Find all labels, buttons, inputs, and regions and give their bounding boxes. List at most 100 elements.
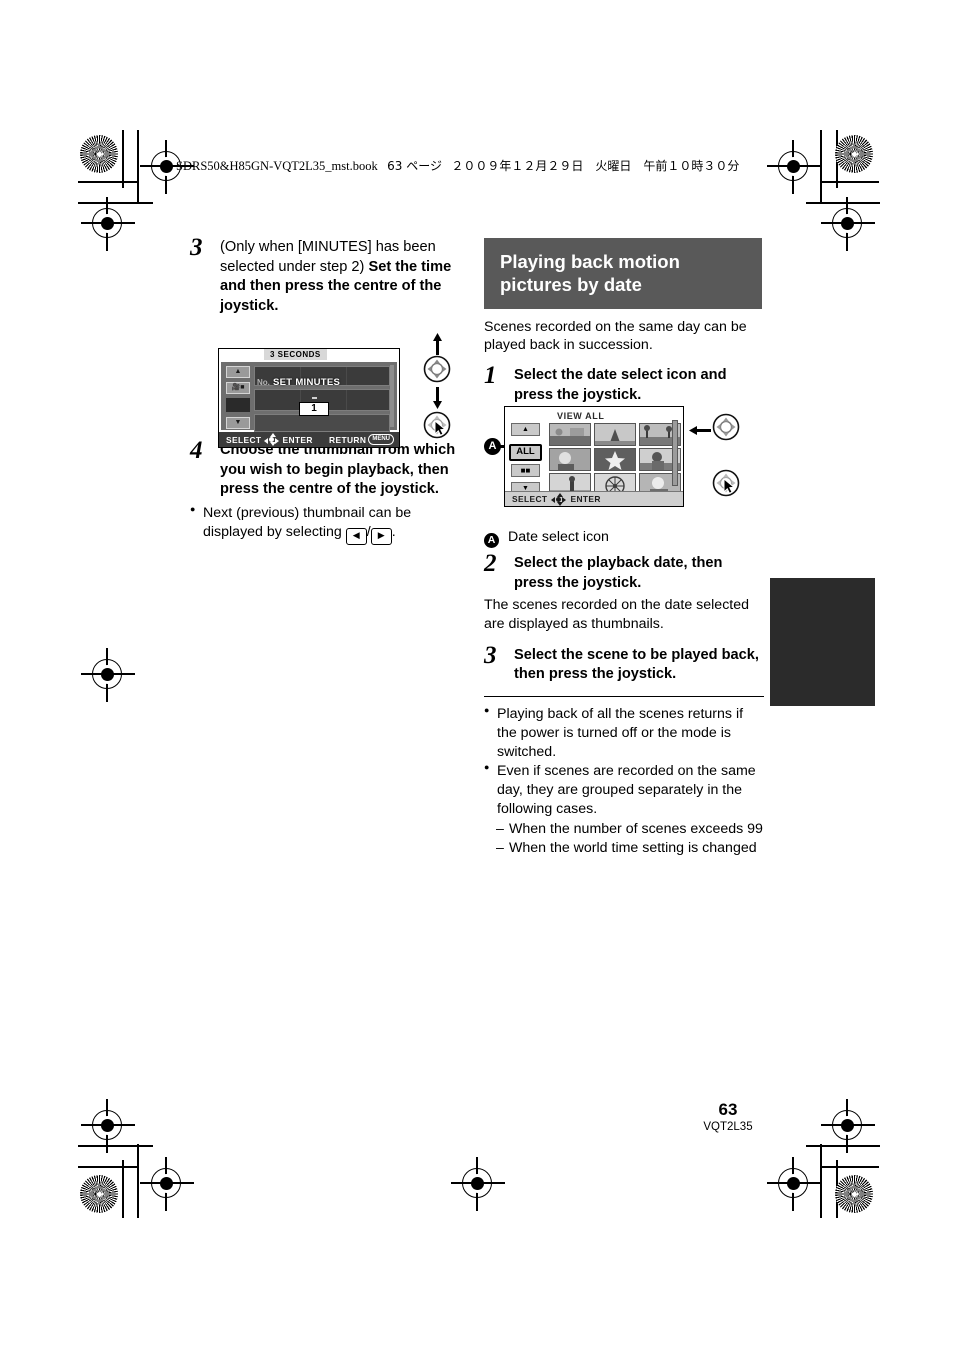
right-column: Playing back motion pictures by date Sce… [484, 238, 764, 858]
crop-line [78, 181, 138, 183]
legend-text: Date select icon [508, 529, 609, 546]
thumbnail-cell[interactable] [594, 423, 636, 446]
step-3-right-text: Select the scene to be played back, then… [514, 646, 759, 683]
registration-mark [81, 648, 135, 702]
right-arrow-keycap-icon[interactable]: ▶ [370, 527, 392, 545]
thumbnail-cell[interactable] [347, 367, 389, 385]
scroll-up-button[interactable]: ▲ [511, 423, 540, 436]
step-1-right: 1 Select the date select icon and press … [484, 363, 764, 405]
lcd-title-view-all: VIEW ALL [557, 411, 605, 421]
page-edge-tab [770, 578, 875, 706]
divider [484, 695, 764, 697]
crop-line [821, 181, 879, 183]
lcd-screen-view-all: VIEW ALL ▲ ALL ■■ ▼ SELECT ENTER [504, 406, 684, 507]
list-item: Playing back of all the scenes returns i… [484, 705, 764, 762]
legend-marker-a: A [484, 533, 499, 549]
list-item: When the number of scenes exceeds 99 [496, 820, 764, 839]
star-target [835, 1175, 873, 1213]
lcd-screen-body: ▲ 🎥■ ▼ No. SET MINUTES 1 [221, 362, 397, 432]
folio: 63 VQT2L35 [688, 1101, 768, 1135]
registration-mark [451, 1157, 505, 1211]
lcd-select-label: SELECT [226, 434, 262, 445]
menu-key-icon: MENU [368, 434, 394, 445]
step-4-text: Choose the thumbnail from which you wish… [220, 442, 456, 498]
thumbnail-cell[interactable] [594, 448, 636, 471]
minutes-value-field[interactable]: 1 [299, 402, 329, 416]
star-target [835, 135, 873, 173]
crop-line [806, 1145, 880, 1147]
joystick-up-arrow-icon [433, 333, 442, 360]
crop-line [122, 130, 124, 188]
thumbnail-cell[interactable] [549, 448, 591, 471]
crop-line [78, 1166, 138, 1168]
registration-mark [81, 197, 135, 251]
header-slug-date: ２００９年１２月２９日 火曜日 午前１０時３０分 [451, 159, 740, 173]
list-item: Next (previous) thumbnail can be display… [190, 504, 472, 545]
joystick-press-icon [420, 408, 454, 442]
legend-date-select-icon: A Date select icon [484, 529, 764, 549]
list-item: When the world time setting is changed [496, 839, 764, 858]
lcd-guide-bar: SELECT ENTER [505, 491, 683, 506]
crop-line [821, 1166, 879, 1168]
crop-line [78, 202, 153, 204]
value-up-tick-icon [312, 397, 317, 399]
joystick-mini-icon [264, 433, 280, 446]
media-mode-button[interactable]: 🎥■ [226, 382, 250, 394]
lcd-screen-set-minutes: ▲ 🎥■ ▼ No. SET MINUTES 1 3 SECONDS SELEC… [218, 348, 400, 448]
lcd-select-label: SELECT [512, 494, 548, 504]
sidebar-blank-cell [226, 398, 250, 412]
thumbnail-cell[interactable] [255, 390, 300, 410]
scroll-down-button[interactable]: ▼ [226, 417, 250, 429]
lcd-title-3-seconds: 3 SECONDS [264, 349, 327, 360]
step-3-right: 3 Select the scene to be played back, th… [484, 641, 764, 685]
star-target [80, 135, 118, 173]
registration-mark [767, 1157, 821, 1211]
registration-mark [821, 197, 875, 251]
set-minutes-overlay-label: SET MINUTES [273, 377, 341, 388]
crop-line [78, 1145, 153, 1147]
crop-line [137, 130, 139, 204]
step-4-bullet-post: . [391, 523, 396, 540]
document-code: VQT2L35 [703, 1121, 753, 1134]
section-sub-notes: When the number of scenes exceeds 99 Whe… [496, 820, 764, 858]
thumbnail-row-3 [254, 414, 390, 432]
step-3-text: (Only when [MINUTES] has been selected u… [220, 238, 472, 316]
step-4-number: 4 [190, 437, 203, 465]
step-2-text: Select the playback date, then press the… [514, 555, 723, 591]
media-mode-button[interactable]: ■■ [511, 464, 540, 477]
lcd-scrollbar[interactable] [672, 420, 678, 486]
lcd-enter-label: ENTER [282, 434, 313, 445]
section-heading: Playing back motion pictures by date [484, 238, 762, 309]
step-3-right-number: 3 [484, 641, 497, 669]
lcd-enter-label: ENTER [570, 494, 601, 504]
date-select-icon[interactable]: ALL [509, 444, 542, 461]
scroll-up-button[interactable]: ▲ [226, 366, 250, 378]
crop-line [806, 202, 880, 204]
registration-mark [767, 140, 821, 194]
crop-line [137, 1144, 139, 1218]
step-4-left: 4 Choose the thumbnail from which you wi… [190, 437, 472, 500]
crop-line [820, 130, 822, 204]
lcd-scrollbar[interactable] [390, 365, 394, 427]
lcd-return-label: RETURN [329, 434, 367, 445]
crop-line [122, 1160, 124, 1218]
lcd-no-label: No. [257, 378, 270, 387]
step-3-left: 3 (Only when [MINUTES] has been selected… [190, 234, 472, 316]
step-2-note: The scenes recorded on the date selected… [484, 597, 750, 632]
left-arrow-keycap-icon[interactable]: ◀ [345, 527, 367, 545]
step-1-text: Select the date select icon and press th… [514, 367, 727, 403]
header-slug-file: SDRS50&H85GN-VQT2L35_mst.book [176, 159, 378, 173]
joystick-press-icon [709, 466, 743, 500]
joystick-left-icon [709, 410, 743, 444]
step-4-notes: Next (previous) thumbnail can be display… [190, 504, 472, 545]
step-3-number: 3 [190, 234, 203, 261]
page-number: 63 [718, 1100, 738, 1120]
section-notes: Playing back of all the scenes returns i… [484, 705, 764, 819]
header-slug: SDRS50&H85GN-VQT2L35_mst.book 63 ページ ２００… [176, 157, 739, 174]
joystick-mini-icon [551, 492, 567, 506]
lcd-return-group: RETURN MENU [329, 434, 394, 445]
thumbnail-cell[interactable] [347, 390, 389, 410]
registration-mark [81, 1099, 135, 1153]
thumbnail-cell[interactable] [549, 423, 591, 446]
joystick-left-arrow-icon [689, 422, 711, 440]
